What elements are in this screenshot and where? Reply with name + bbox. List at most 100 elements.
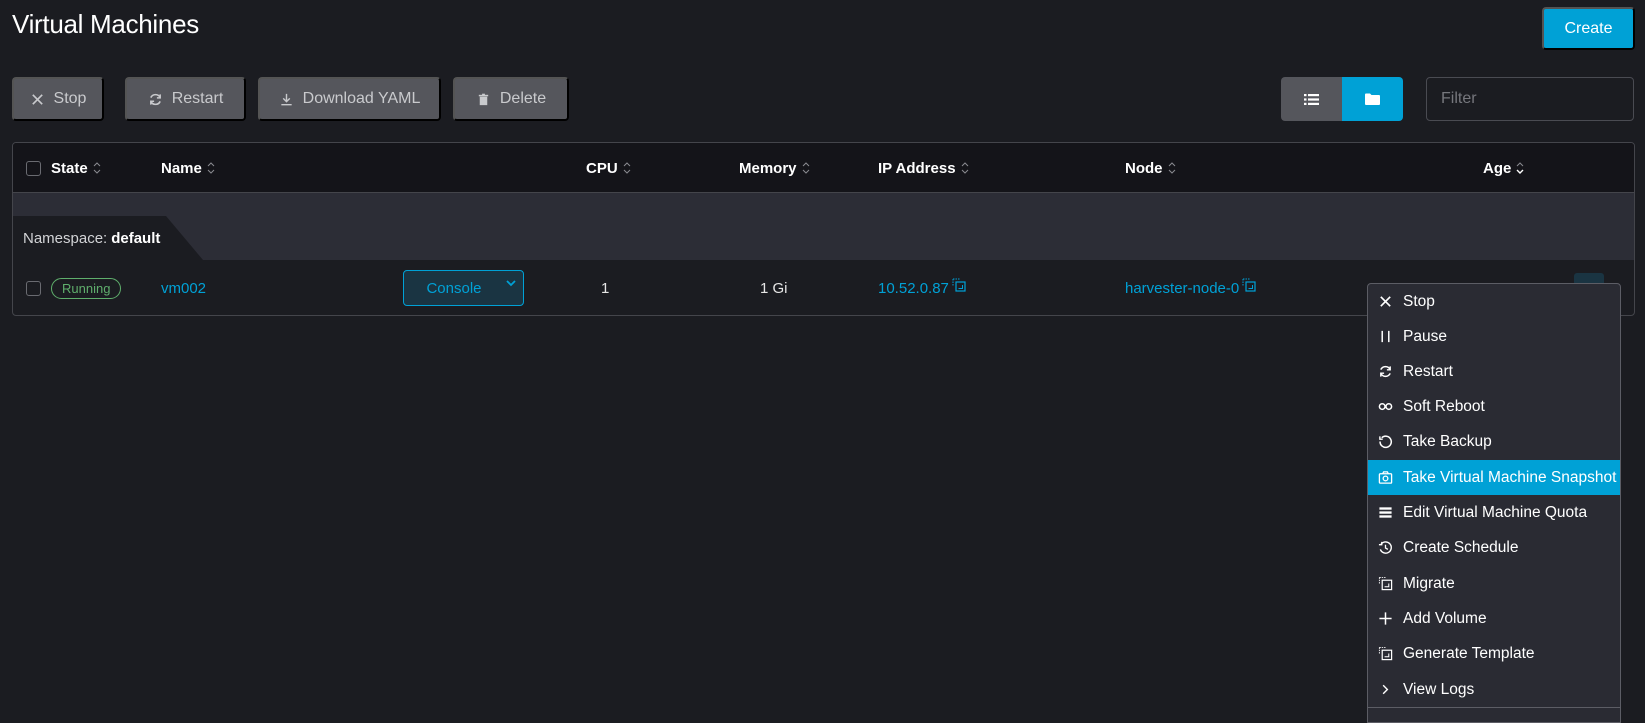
- plus-icon: [1379, 612, 1392, 625]
- download-icon: [280, 93, 292, 105]
- history-icon: [1378, 541, 1392, 554]
- column-label: Node: [1125, 159, 1163, 177]
- name-cell: vm002: [161, 260, 206, 315]
- chevron-right-icon: [1382, 684, 1389, 695]
- cpu-cell: 1: [601, 260, 610, 315]
- menu-item-label: Edit Virtual Machine Quota: [1403, 503, 1588, 521]
- infinity-icon: [1378, 402, 1393, 411]
- memory-value: 1 Gi: [760, 279, 788, 297]
- close-icon: [1380, 296, 1391, 307]
- menu-item-label: View Logs: [1403, 680, 1475, 698]
- filter-input[interactable]: [1426, 77, 1634, 121]
- node-link[interactable]: harvester-node-0: [1125, 280, 1239, 297]
- group-by-namespace-button[interactable]: [1342, 77, 1403, 121]
- folder-icon: [1365, 93, 1380, 105]
- menu-item-label: Add Volume: [1403, 609, 1487, 627]
- copy-icon: [1378, 576, 1393, 591]
- select-all-checkbox[interactable]: [26, 160, 41, 176]
- pause-icon: [1381, 330, 1390, 343]
- sort-icon: [92, 160, 102, 176]
- state-cell: Running: [51, 260, 122, 315]
- column-label: State: [51, 159, 88, 177]
- menu-item-label: Create Schedule: [1403, 538, 1519, 556]
- namespace-group-header: Namespace: default: [13, 193, 1634, 260]
- menu-item-label: Migrate: [1403, 574, 1455, 592]
- restart-button[interactable]: Restart: [125, 77, 246, 121]
- menu-divider: [1368, 707, 1620, 708]
- refresh-icon: [149, 93, 161, 105]
- select-all-cell: [26, 143, 41, 193]
- column-header-age[interactable]: Age: [1483, 143, 1525, 193]
- menu-item-label: Restart: [1403, 362, 1453, 380]
- menu-item-label: Soft Reboot: [1403, 397, 1485, 415]
- memory-cell: 1 Gi: [760, 260, 788, 315]
- camera-icon: [1378, 471, 1393, 484]
- menu-item-label: Stop: [1403, 292, 1435, 310]
- column-header-ip-address[interactable]: IP Address: [878, 143, 970, 193]
- stop-button-label: Stop: [53, 90, 87, 107]
- node-cell: harvester-node-0: [1125, 260, 1256, 315]
- copy-icon[interactable]: [1242, 278, 1256, 292]
- menu-item-label: Take Virtual Machine Snapshot: [1403, 468, 1617, 486]
- console-button-label: Console: [426, 279, 482, 297]
- menu-item-label: Pause: [1403, 327, 1447, 345]
- download-yaml-button[interactable]: Download YAML: [258, 77, 441, 121]
- menu-item-soft-reboot[interactable]: Soft Reboot: [1368, 389, 1620, 424]
- sort-icon: [206, 160, 216, 176]
- namespace-tab: Namespace: default: [13, 216, 203, 260]
- menu-item-migrate[interactable]: Migrate: [1368, 566, 1620, 601]
- list-icon: [1304, 93, 1319, 105]
- column-label: Memory: [739, 159, 797, 177]
- menu-item-pause[interactable]: Pause: [1368, 319, 1620, 354]
- column-label: CPU: [586, 159, 618, 177]
- menu-item-stop[interactable]: Stop: [1368, 284, 1620, 319]
- sort-icon: [1167, 160, 1177, 176]
- column-header-cpu[interactable]: CPU: [586, 143, 632, 193]
- sort-desc-icon: [1515, 160, 1525, 176]
- row-action-menu: Stop Pause Restart Soft Reboot Take Back…: [1367, 283, 1621, 723]
- column-label: Age: [1483, 159, 1512, 177]
- row-checkbox[interactable]: [26, 280, 41, 296]
- row-select-cell: [26, 260, 41, 315]
- list-view-button[interactable]: [1281, 77, 1342, 121]
- column-header-name[interactable]: Name: [161, 143, 216, 193]
- menu-item-edit-vm-quota[interactable]: Edit Virtual Machine Quota: [1368, 495, 1620, 530]
- cpu-value: 1: [601, 279, 610, 297]
- chevron-down-icon[interactable]: [505, 277, 517, 289]
- trash-icon: [478, 93, 489, 105]
- sort-icon: [622, 160, 632, 176]
- copy-icon[interactable]: [952, 278, 966, 292]
- menu-item-label: Take Backup: [1403, 432, 1492, 450]
- console-button[interactable]: Console: [403, 270, 524, 306]
- menu-item-add-volume[interactable]: Add Volume: [1368, 601, 1620, 636]
- column-header-node[interactable]: Node: [1125, 143, 1177, 193]
- console-cell: Console: [403, 260, 524, 315]
- table-header: State Name CPU Memory IP Address Node Ag…: [13, 143, 1634, 193]
- close-icon: [31, 93, 43, 105]
- menu-item-restart[interactable]: Restart: [1368, 354, 1620, 389]
- menu-item-label: Generate Template: [1403, 644, 1535, 662]
- column-label: Name: [161, 159, 202, 177]
- vm-name-link[interactable]: vm002: [161, 280, 206, 297]
- namespace-label: Namespace:: [23, 229, 108, 247]
- menu-item-generate-template[interactable]: Generate Template: [1368, 636, 1620, 671]
- page-title: Virtual Machines: [12, 9, 199, 39]
- ip-address-value: 10.52.0.87: [878, 279, 949, 297]
- menu-item-create-schedule[interactable]: Create Schedule: [1368, 530, 1620, 565]
- restart-button-label: Restart: [171, 90, 224, 107]
- menu-item-take-backup[interactable]: Take Backup: [1368, 424, 1620, 459]
- sort-icon: [960, 160, 970, 176]
- sort-icon: [801, 160, 811, 176]
- download-yaml-button-label: Download YAML: [302, 90, 421, 107]
- column-header-state[interactable]: State: [51, 143, 102, 193]
- status-badge: Running: [51, 277, 122, 299]
- create-button[interactable]: Create: [1542, 7, 1635, 50]
- column-label: IP Address: [878, 159, 956, 177]
- view-toggle: [1281, 77, 1403, 121]
- column-header-memory[interactable]: Memory: [739, 143, 811, 193]
- delete-button[interactable]: Delete: [453, 77, 569, 121]
- delete-button-label: Delete: [499, 90, 547, 107]
- stop-button[interactable]: Stop: [12, 77, 104, 121]
- menu-item-take-vm-snapshot[interactable]: Take Virtual Machine Snapshot: [1368, 460, 1620, 495]
- menu-item-view-logs[interactable]: View Logs: [1368, 672, 1620, 707]
